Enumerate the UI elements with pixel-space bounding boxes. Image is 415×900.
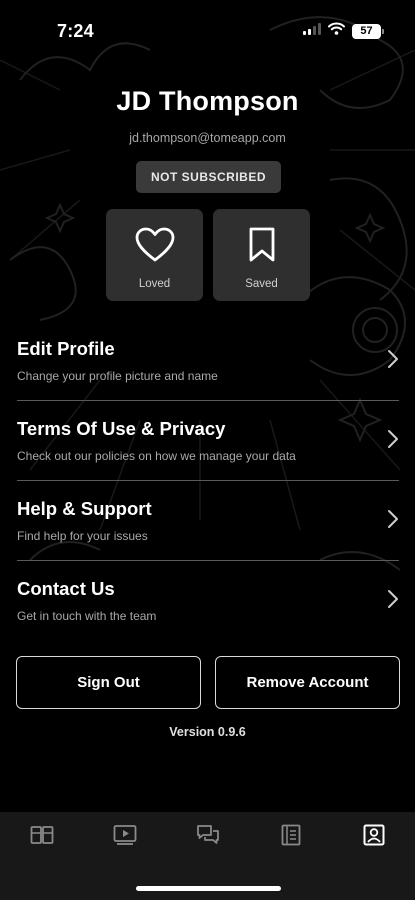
status-time: 7:24 — [57, 21, 94, 41]
chevron-right-icon — [387, 429, 399, 454]
wifi-icon — [328, 22, 345, 40]
signal-icon — [303, 22, 321, 40]
video-icon[interactable] — [112, 823, 138, 847]
notes-icon[interactable] — [278, 823, 304, 847]
saved-tile[interactable]: Saved — [213, 209, 310, 301]
settings-menu: Edit Profile Change your profile picture… — [17, 321, 399, 641]
chevron-right-icon — [387, 509, 399, 534]
menu-item-title: Terms Of Use & Privacy — [17, 418, 226, 439]
loved-label: Loved — [138, 278, 171, 290]
library-icon[interactable] — [29, 823, 55, 847]
chat-icon[interactable] — [195, 823, 221, 847]
heart-icon — [135, 227, 175, 268]
remove-account-button[interactable]: Remove Account — [215, 656, 400, 709]
profile-icon[interactable] — [361, 823, 387, 847]
chevron-right-icon — [387, 589, 399, 614]
account-actions: Sign Out Remove Account — [16, 656, 400, 709]
sign-out-button[interactable]: Sign Out — [16, 656, 201, 709]
subscription-status-badge[interactable]: NOT SUBSCRIBED — [136, 161, 281, 193]
app-version: Version 0.9.6 — [169, 725, 246, 739]
menu-item-description: Check out our policies on how we manage … — [17, 449, 296, 463]
tab-bar — [0, 812, 415, 900]
menu-item-edit-profile[interactable]: Edit Profile Change your profile picture… — [17, 321, 399, 401]
menu-item-title: Edit Profile — [17, 338, 115, 359]
chevron-right-icon — [387, 349, 399, 374]
bookmark-icon — [247, 227, 277, 268]
menu-item-description: Get in touch with the team — [17, 609, 157, 623]
menu-item-description: Change your profile picture and name — [17, 369, 218, 383]
home-indicator[interactable] — [136, 886, 281, 891]
menu-item-help-support[interactable]: Help & Support Find help for your issues — [17, 481, 399, 561]
profile-header: JD Thompson jd.thompson@tomeapp.com — [0, 86, 415, 145]
menu-item-contact-us[interactable]: Contact Us Get in touch with the team — [17, 561, 399, 641]
menu-item-terms-privacy[interactable]: Terms Of Use & Privacy Check out our pol… — [17, 401, 399, 481]
loved-tile[interactable]: Loved — [106, 209, 203, 301]
menu-item-title: Contact Us — [17, 578, 115, 599]
status-icons: 57 — [303, 22, 384, 40]
profile-email: jd.thompson@tomeapp.com — [129, 131, 286, 145]
status-bar: 7:24 57 — [0, 0, 415, 56]
profile-name: JD Thompson — [116, 86, 299, 116]
menu-item-title: Help & Support — [17, 498, 152, 519]
battery-icon: 57 — [352, 23, 384, 39]
collection-tiles: Loved Saved — [106, 209, 310, 301]
saved-label: Saved — [245, 278, 278, 290]
menu-item-description: Find help for your issues — [17, 529, 148, 543]
